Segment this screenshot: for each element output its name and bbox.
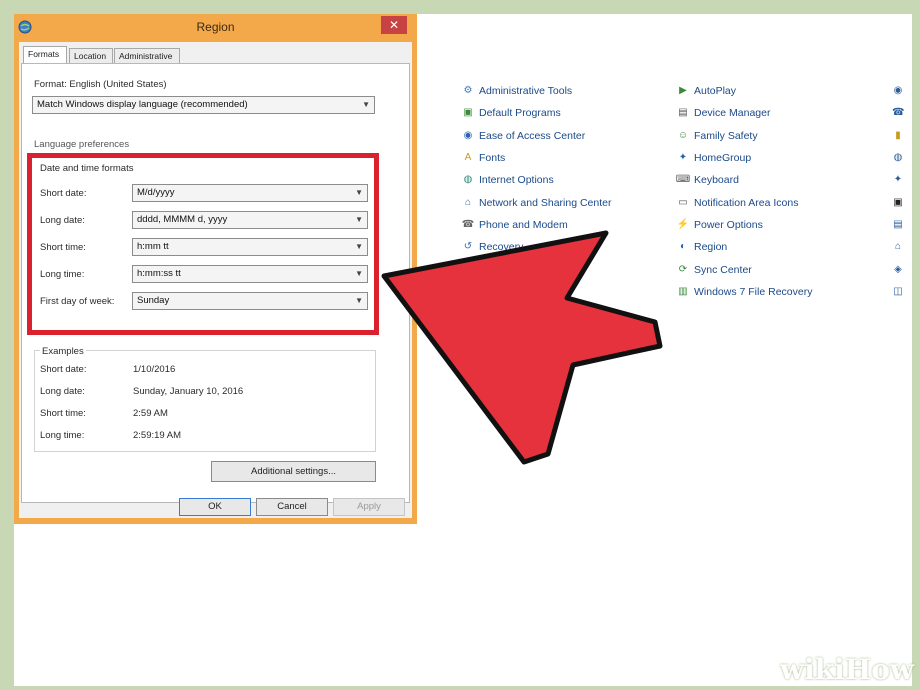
annotation-arrow bbox=[381, 230, 663, 465]
wikihow-watermark: wikiHow bbox=[779, 653, 914, 686]
